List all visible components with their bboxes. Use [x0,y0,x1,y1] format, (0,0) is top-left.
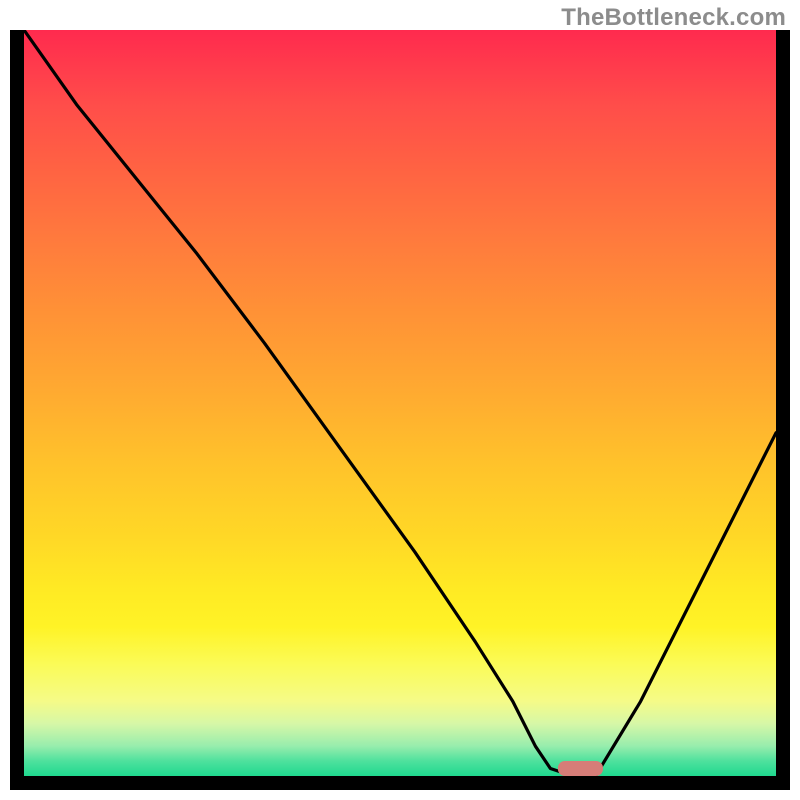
plot-frame [10,30,790,790]
optimal-marker [24,30,776,776]
watermark-text: TheBottleneck.com [561,4,786,32]
plot-area [24,30,776,776]
chart-container: TheBottleneck.com [0,0,800,800]
